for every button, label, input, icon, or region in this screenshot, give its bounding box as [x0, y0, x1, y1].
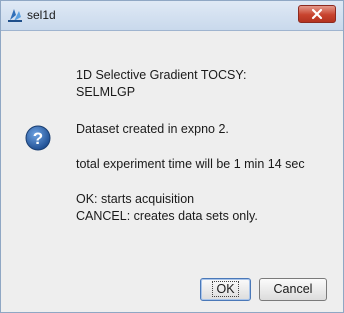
message-line-4: total experiment time will be 1 min 14 s…: [76, 157, 305, 171]
message-line-3: Dataset created in expno 2.: [76, 122, 229, 136]
dialog-content: ? 1D Selective Gradient TOCSY: SELMLGP D…: [1, 31, 343, 312]
message-line-1: 1D Selective Gradient TOCSY:: [76, 68, 247, 82]
close-icon: [311, 8, 323, 20]
ok-button-label: OK: [212, 281, 239, 297]
message-line-6: CANCEL: creates data sets only.: [76, 209, 258, 223]
dialog-window: sel1d ? 1D Selective Gradient TOCSY: SEL…: [0, 0, 344, 313]
window-title: sel1d: [27, 8, 56, 22]
message-line-5: OK: starts acquisition: [76, 192, 195, 206]
ok-button[interactable]: OK: [200, 278, 251, 301]
svg-text:?: ?: [33, 129, 43, 148]
question-icon: ?: [25, 125, 51, 151]
app-logo-icon: [7, 7, 23, 23]
title-bar[interactable]: sel1d: [1, 1, 343, 31]
message-line-2: SELMLGP: [76, 85, 136, 99]
close-button[interactable]: [298, 5, 336, 23]
cancel-button[interactable]: Cancel: [259, 278, 327, 301]
